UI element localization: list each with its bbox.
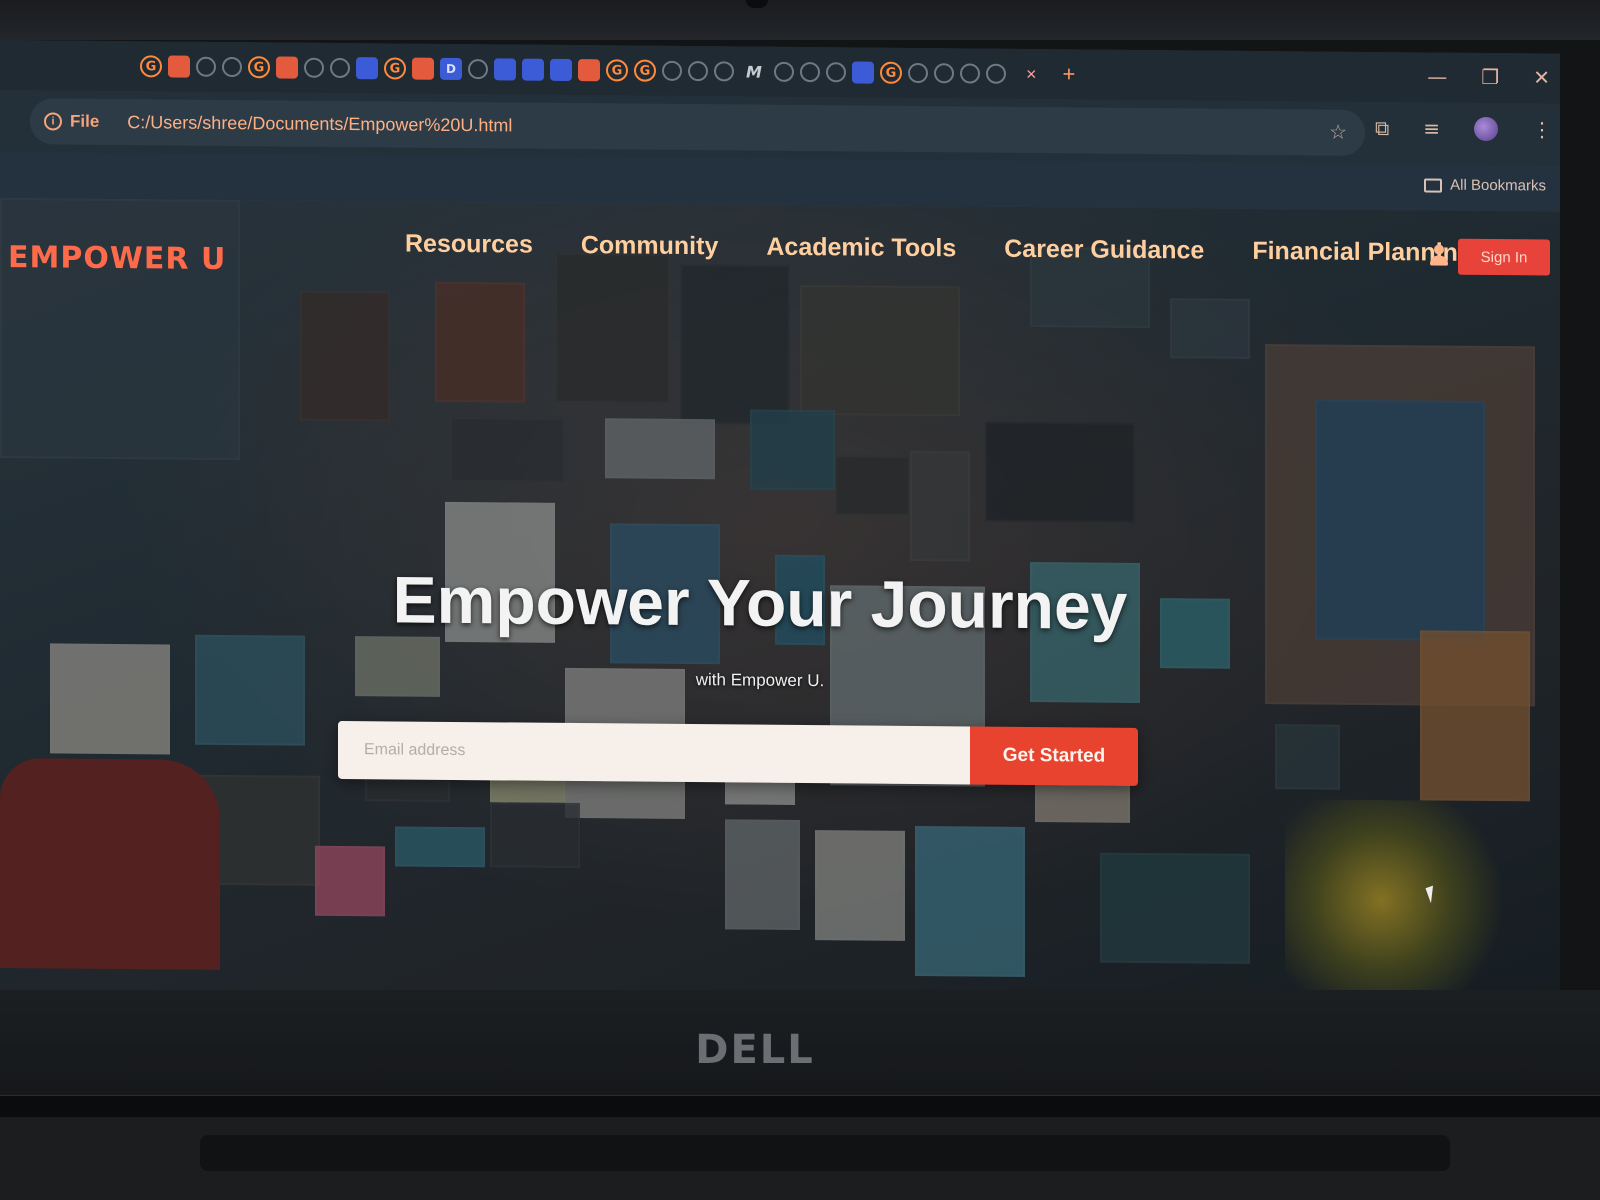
tab-close-icon[interactable]: × — [1026, 63, 1037, 84]
nav-resources[interactable]: Resources — [405, 230, 533, 260]
tab-favicon-icon[interactable]: G — [880, 61, 902, 84]
all-bookmarks-button[interactable]: All Bookmarks — [1424, 176, 1546, 194]
tab-favicon-icon[interactable] — [986, 63, 1006, 84]
nav-community[interactable]: Community — [581, 231, 719, 261]
tab-favicon-icon[interactable] — [578, 59, 600, 82]
tab-favicon-icon[interactable] — [356, 57, 378, 80]
laptop-screen: GGGDGGMG × + — ❐ ✕ i File C:/Users/shree… — [0, 40, 1560, 1004]
user-icon[interactable] — [1428, 244, 1450, 266]
tab-favicon-icon[interactable] — [934, 63, 954, 84]
tab-favicon-icon[interactable]: D — [440, 57, 462, 81]
tab-favicon-icon[interactable] — [412, 57, 434, 80]
tab-favicon-icon[interactable] — [330, 57, 350, 79]
tab-favicon-icon[interactable] — [826, 62, 846, 83]
tab-favicon-icon[interactable] — [774, 61, 794, 82]
new-tab-icon[interactable]: + — [1063, 61, 1076, 87]
tab-favicon-icon[interactable] — [522, 58, 544, 81]
tab-favicon-icon[interactable] — [550, 58, 572, 81]
site-info-label: File — [70, 111, 100, 131]
window-controls: — ❐ ✕ — [1427, 64, 1550, 89]
tab-favicon-icon[interactable]: G — [634, 59, 656, 82]
signup-form: Get Started — [338, 720, 1138, 786]
tab-favicon-icon[interactable] — [304, 57, 324, 78]
tab-favicon-icon[interactable] — [688, 61, 708, 82]
url-text[interactable]: C:/Users/shree/Documents/Empower%20U.htm… — [127, 112, 512, 136]
hero-title: Empower Your Journey — [392, 562, 1128, 643]
all-bookmarks-label: All Bookmarks — [1450, 176, 1546, 195]
toolbar-actions: ⧉ ≡ ⋮ — [1375, 116, 1552, 142]
reading-list-icon[interactable]: ≡ — [1423, 116, 1440, 140]
email-input[interactable] — [338, 720, 970, 785]
tab-favicon-icon[interactable] — [196, 56, 216, 77]
minimize-icon[interactable]: — — [1427, 64, 1447, 88]
site-info-chip[interactable]: i File — [44, 111, 99, 131]
menu-kebab-icon[interactable]: ⋮ — [1532, 117, 1552, 141]
site-logo[interactable]: EMPOWER U — [8, 240, 226, 277]
tab-favicon-icon[interactable] — [960, 63, 980, 84]
tab-favicon-icon[interactable] — [662, 60, 682, 81]
laptop-base-strip — [200, 1135, 1450, 1171]
nav-career-guidance[interactable]: Career Guidance — [1004, 235, 1204, 266]
sign-in-button[interactable]: Sign In — [1458, 238, 1550, 276]
tab-favicon-icon[interactable] — [852, 61, 874, 84]
extensions-icon[interactable]: ⧉ — [1375, 116, 1389, 140]
bookmark-star-icon[interactable]: ☆ — [1329, 120, 1347, 145]
tab-favicon-icon[interactable]: G — [606, 59, 628, 82]
restore-icon[interactable]: ❐ — [1481, 65, 1499, 89]
folder-icon — [1424, 177, 1443, 193]
info-icon: i — [44, 112, 62, 131]
tab-favicon-icon[interactable] — [468, 59, 488, 80]
close-window-icon[interactable]: ✕ — [1533, 65, 1550, 89]
address-bar[interactable]: i File C:/Users/shree/Documents/Empower%… — [30, 98, 1365, 156]
tab-favicon-icon[interactable]: G — [248, 56, 270, 79]
web-page: EMPOWER U Resources Community Academic T… — [0, 198, 1560, 1004]
tab-favicon-icon[interactable] — [908, 62, 928, 84]
laptop-hinge — [0, 1095, 1600, 1117]
tab-favicon-icon[interactable]: M — [740, 57, 768, 85]
tab-favicon-icon[interactable]: G — [384, 57, 406, 80]
tab-favicon-icon[interactable] — [714, 61, 734, 82]
tab-favicon-icon[interactable] — [494, 58, 516, 81]
tab-favicon-icon[interactable] — [800, 61, 820, 83]
webcam — [746, 0, 768, 8]
profile-avatar[interactable] — [1474, 116, 1499, 142]
tab-favicon-icon[interactable]: G — [140, 55, 162, 78]
nav-academic-tools[interactable]: Academic Tools — [766, 233, 956, 264]
tab-favicon-icon[interactable] — [276, 56, 298, 79]
dell-logo: DELL — [695, 1027, 815, 1073]
tab-favicons: GGGDGGMG — [0, 51, 1006, 88]
tab-favicon-icon[interactable] — [168, 55, 190, 78]
tab-favicon-icon[interactable] — [222, 56, 242, 78]
get-started-button[interactable]: Get Started — [970, 726, 1138, 786]
laptop-top-bezel — [0, 0, 1600, 40]
